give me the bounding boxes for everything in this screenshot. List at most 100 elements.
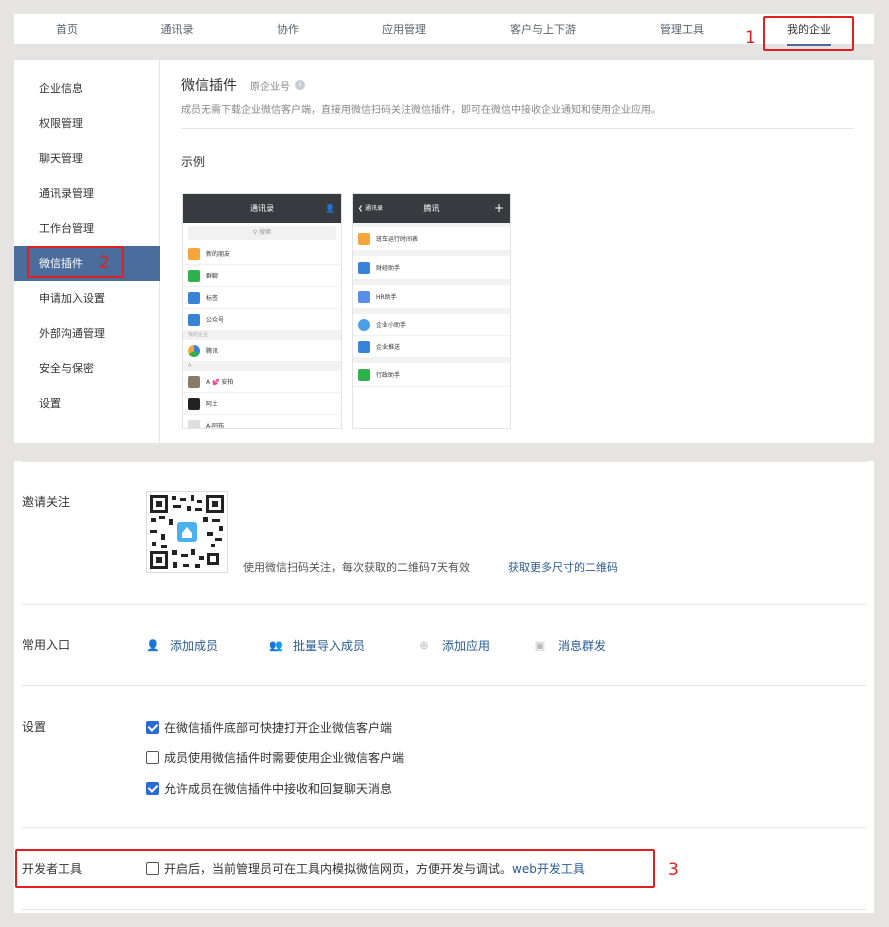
list-item: A-阿布 — [183, 415, 341, 429]
list-item-label: 企业推送 — [376, 344, 401, 351]
list-item: HR助手 — [353, 285, 510, 309]
sidebar-item-settings[interactable]: 设置 — [14, 386, 160, 421]
sidebar-item-chat[interactable]: 聊天管理 — [14, 141, 160, 176]
list-item-label: 企业小助手 — [376, 322, 407, 329]
tab-management-tools[interactable]: 管理工具 — [660, 14, 704, 45]
list-item-label: 新的朋友 — [206, 251, 231, 258]
users-icon: 👥 — [269, 638, 283, 652]
setting-quick-open-label: 在微信插件底部可快捷打开企业微信客户端 — [164, 721, 393, 735]
official-account-icon — [188, 313, 200, 326]
broadcast-label: 消息群发 — [558, 639, 607, 653]
setting-receive-messages[interactable]: 允许成员在微信插件中接收和回复聊天消息 — [146, 780, 392, 797]
divider — [22, 827, 867, 828]
phone-header: ❮ 通讯录 腾讯 + — [353, 194, 510, 223]
section-letter: A — [183, 362, 341, 371]
plus-icon: + — [493, 201, 504, 215]
phone-header: 通讯录 👤 — [183, 194, 341, 223]
bus-icon — [358, 232, 370, 245]
divider — [181, 128, 854, 129]
company-logo-icon — [188, 344, 200, 357]
more-qr-sizes-link[interactable]: 获取更多尺寸的二维码 — [508, 559, 618, 575]
list-item: 公众号 — [183, 309, 341, 331]
page-title: 微信插件 — [181, 78, 237, 94]
list-item: 财经助手 — [353, 256, 510, 280]
divider — [22, 685, 867, 686]
phone-header-title: 通讯录 — [250, 204, 274, 213]
back-label: 通讯录 — [364, 205, 383, 212]
hr-icon — [358, 290, 370, 303]
checkbox-checked[interactable] — [146, 782, 159, 795]
plus-circle-icon: ⊕ — [419, 638, 429, 652]
list-item: 行政助手 — [353, 363, 510, 387]
list-item-label: 标签 — [206, 295, 219, 302]
sidebar-item-external[interactable]: 外部沟通管理 — [14, 316, 160, 351]
list-item-label: A 💕 安柏 — [206, 379, 234, 386]
plugin-content: 微信插件 原企业号 i 成员无需下载企业微信客户端，直接用微信扫码关注微信插件，… — [161, 60, 874, 443]
settings-panel: 邀请关注 使用微信扫码关注，每次获取的二维码7天有效 获取更多尺寸的二维码 常用… — [14, 461, 874, 913]
plugin-panel: 企业信息 权限管理 聊天管理 通讯录管理 工作台管理 微信插件 申请加入设置 外… — [14, 60, 874, 443]
invite-label: 邀请关注 — [22, 495, 71, 509]
example-label: 示例 — [181, 155, 206, 169]
list-item: 企业推送 — [353, 336, 510, 358]
divider — [22, 909, 867, 910]
sidebar-item-contacts[interactable]: 通讯录管理 — [14, 176, 160, 211]
add-app-button[interactable]: ⊕ 添加应用 — [418, 637, 490, 654]
settings-label: 设置 — [22, 720, 47, 734]
list-item: 标签 — [183, 287, 341, 309]
plugin-description: 成员无需下载企业微信客户端，直接用微信扫码关注微信插件，即可在微信中接收企业通知… — [181, 105, 661, 116]
sidebar-item-permissions[interactable]: 权限管理 — [14, 106, 160, 141]
list-item: 企业小助手 — [353, 314, 510, 336]
checkbox-unchecked[interactable] — [146, 751, 159, 764]
add-app-label: 添加应用 — [442, 639, 491, 653]
divider — [22, 604, 867, 605]
add-user-icon: 👤 — [146, 638, 160, 652]
annotation-number-3: 3 — [668, 860, 679, 880]
tab-contacts[interactable]: 通讯录 — [161, 14, 194, 45]
group-chat-icon — [188, 269, 200, 282]
list-item: 新的朋友 — [183, 243, 341, 265]
list-item-label: 阿土 — [206, 401, 219, 408]
annotation-number-1: 1 — [745, 28, 756, 48]
setting-quick-open[interactable]: 在微信插件底部可快捷打开企业微信客户端 — [146, 719, 392, 736]
divider — [22, 461, 867, 462]
setting-receive-messages-label: 允许成员在微信插件中接收和回复聊天消息 — [164, 782, 393, 796]
add-member-button[interactable]: 👤 添加成员 — [146, 637, 218, 654]
list-item: 阿土 — [183, 393, 341, 415]
finance-icon — [358, 261, 370, 274]
tab-app-management[interactable]: 应用管理 — [382, 14, 426, 45]
phone-search-text: 搜索 — [259, 229, 272, 236]
sidebar-item-enterprise-info[interactable]: 企业信息 — [14, 71, 160, 106]
list-item: 群聊 — [183, 265, 341, 287]
list-item: 班车运行时间表 — [353, 227, 510, 251]
avatar — [188, 397, 200, 410]
tab-collaboration[interactable]: 协作 — [277, 14, 299, 45]
setting-require-client[interactable]: 成员使用微信插件时需要使用企业微信客户端 — [146, 749, 404, 766]
section-label: 我的企业 — [183, 331, 341, 340]
sidebar-item-workbench[interactable]: 工作台管理 — [14, 211, 160, 246]
checkbox-checked[interactable] — [146, 721, 159, 734]
avatar — [188, 419, 200, 428]
entries-label: 常用入口 — [22, 638, 71, 652]
list-item-label: 行政助手 — [376, 372, 401, 379]
tab-customers[interactable]: 客户与上下游 — [510, 14, 576, 45]
tab-home[interactable]: 首页 — [56, 14, 78, 45]
list-item-label: A-阿布 — [206, 423, 225, 429]
info-icon[interactable]: i — [295, 80, 305, 90]
list-item-label: 腾讯 — [206, 348, 219, 355]
annotation-number-2: 2 — [99, 253, 110, 273]
origin-label: 原企业号 — [250, 82, 290, 93]
tag-icon — [188, 291, 200, 304]
list-item-label: 财经助手 — [376, 265, 401, 272]
back-link: ❮ 通讯录 — [358, 205, 383, 212]
qr-code — [146, 491, 228, 573]
example-screenshot-contacts: 通讯录 👤 ⚲ 搜索 新的朋友 群聊 标签 公众号 我的企业 腾讯 A A 💕 … — [182, 193, 342, 429]
list-item-label: 公众号 — [206, 317, 225, 324]
list-item-label: 班车运行时间表 — [376, 236, 419, 243]
batch-import-button[interactable]: 👥 批量导入成员 — [269, 637, 365, 654]
sidebar-item-security[interactable]: 安全与保密 — [14, 351, 160, 386]
setting-require-client-label: 成员使用微信插件时需要使用企业微信客户端 — [164, 751, 405, 765]
add-contact-icon: 👤 — [325, 204, 335, 213]
broadcast-button[interactable]: ▣ 消息群发 — [534, 637, 606, 654]
sidebar-item-join-settings[interactable]: 申请加入设置 — [14, 281, 160, 316]
annotation-box-3 — [15, 849, 655, 888]
